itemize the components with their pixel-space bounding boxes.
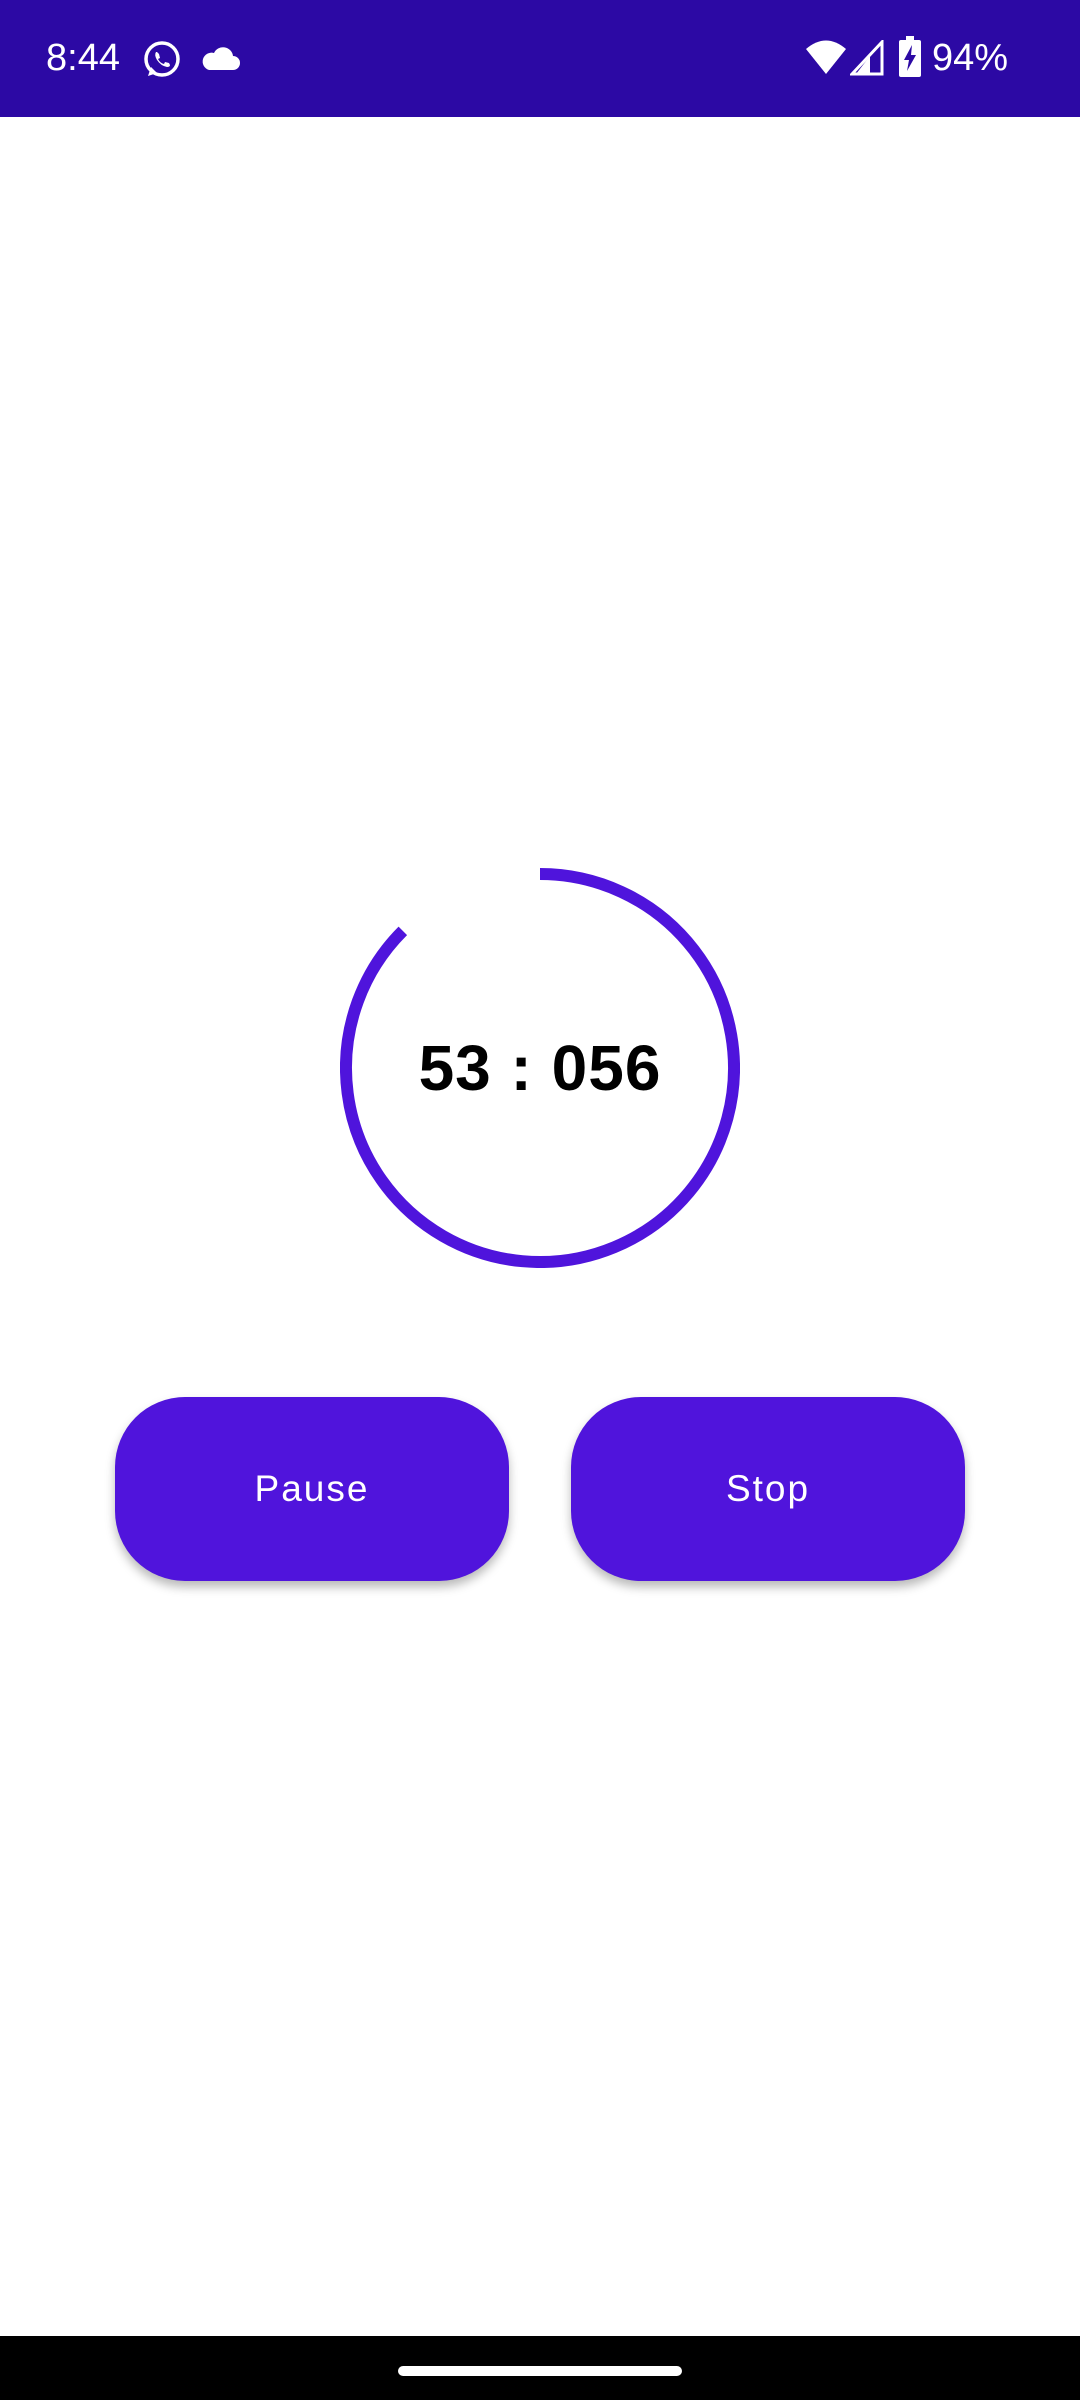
battery-percent: 94% xyxy=(932,37,1009,79)
navigation-bar xyxy=(0,2336,1080,2400)
status-bar: 8:44 94% xyxy=(0,0,1080,117)
signal-icon xyxy=(850,40,884,76)
stop-button[interactable]: Stop xyxy=(571,1397,965,1581)
timer-screen: 8:44 94% 53 : 056 Pause Stop xyxy=(0,0,1080,2400)
pause-button-label: Pause xyxy=(254,1468,370,1509)
stop-button-label: Stop xyxy=(725,1468,811,1509)
cloud-icon xyxy=(202,47,240,70)
wifi-icon xyxy=(806,40,846,74)
pause-button[interactable]: Pause xyxy=(115,1397,509,1581)
whatsapp-icon xyxy=(144,41,180,77)
status-time: 8:44 xyxy=(46,37,120,79)
battery-charging-icon xyxy=(899,36,921,77)
timer-progress-ring: 53 : 056 xyxy=(340,868,740,1268)
home-gesture-handle[interactable] xyxy=(398,2366,682,2376)
timer-display: 53 : 056 xyxy=(418,1032,662,1104)
